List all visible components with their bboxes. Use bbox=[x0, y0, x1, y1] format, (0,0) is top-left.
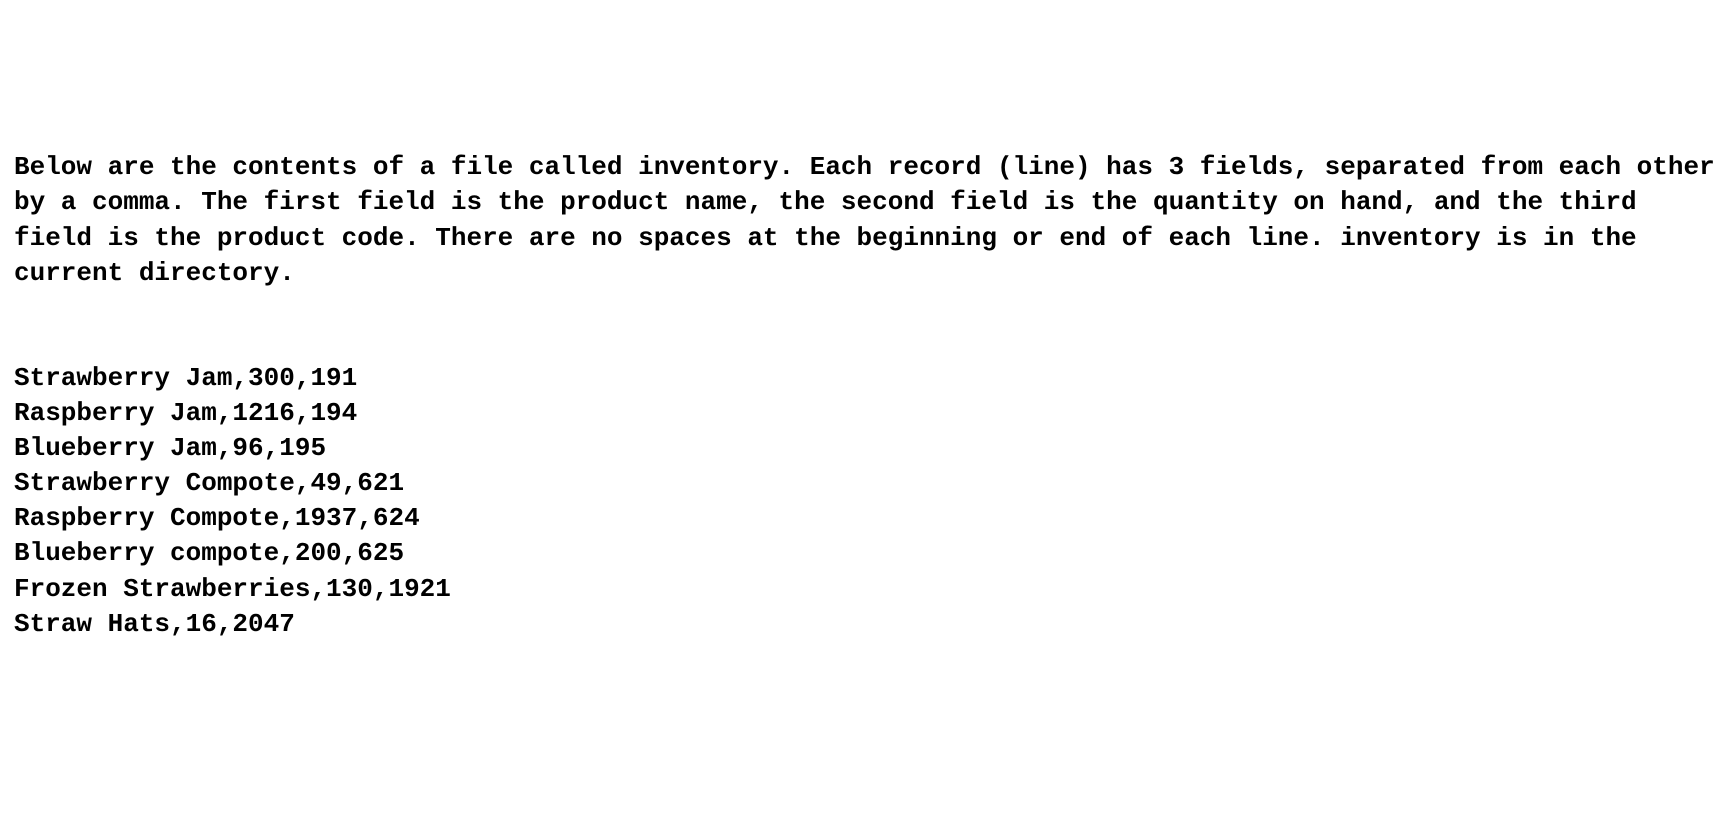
intro-paragraph: Below are the contents of a file called … bbox=[14, 150, 1722, 290]
file-contents: Strawberry Jam,300,191Raspberry Jam,1216… bbox=[14, 361, 1722, 642]
inventory-record: Strawberry Jam,300,191 bbox=[14, 361, 1722, 396]
inventory-record: Blueberry compote,200,625 bbox=[14, 536, 1722, 571]
inventory-record: Frozen Strawberries,130,1921 bbox=[14, 572, 1722, 607]
inventory-record: Blueberry Jam,96,195 bbox=[14, 431, 1722, 466]
inventory-record: Straw Hats,16,2047 bbox=[14, 607, 1722, 642]
inventory-record: Strawberry Compote,49,621 bbox=[14, 466, 1722, 501]
inventory-record: Raspberry Compote,1937,624 bbox=[14, 501, 1722, 536]
inventory-record: Raspberry Jam,1216,194 bbox=[14, 396, 1722, 431]
